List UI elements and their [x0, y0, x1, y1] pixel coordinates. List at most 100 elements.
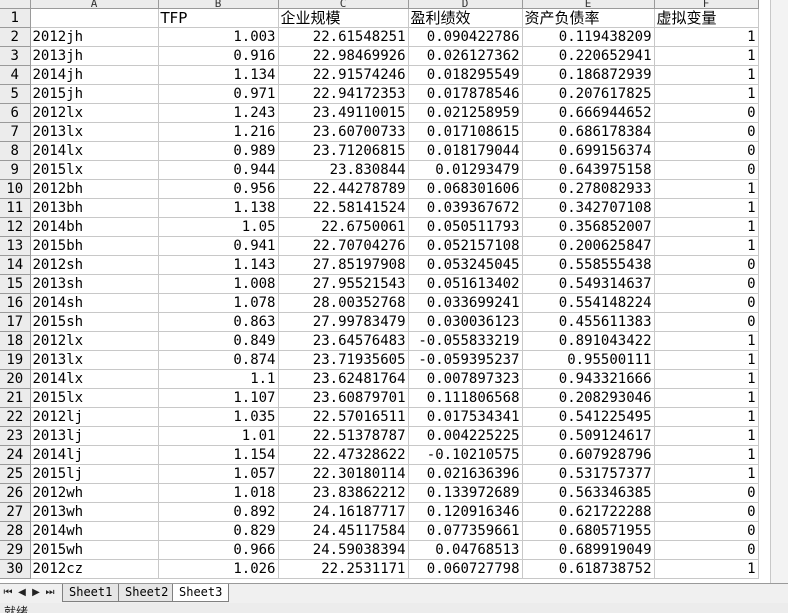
select-all-corner[interactable]	[0, 0, 31, 9]
cell-d[interactable]: 0.026127362	[408, 46, 523, 66]
cell-b[interactable]: 1.01	[158, 426, 279, 446]
cell-b[interactable]: 0.966	[158, 540, 279, 560]
cell-c[interactable]: 23.49110015	[278, 103, 409, 123]
cell-c[interactable]: 28.00352768	[278, 293, 409, 313]
cell-e[interactable]: 0.208293046	[522, 388, 655, 408]
cell-d[interactable]: 0.021258959	[408, 103, 523, 123]
cell-b[interactable]: 0.941	[158, 236, 279, 256]
cell-b[interactable]: TFP	[158, 8, 279, 28]
cell-c[interactable]: 22.58141524	[278, 198, 409, 218]
cell-e[interactable]: 0.943321666	[522, 369, 655, 389]
row-header[interactable]: 29	[0, 540, 31, 560]
cell-f[interactable]: 1	[654, 198, 759, 218]
cell-a[interactable]: 2015sh	[30, 312, 159, 332]
cell-c[interactable]: 23.64576483	[278, 331, 409, 351]
cell-f[interactable]: 1	[654, 65, 759, 85]
cell-d[interactable]: 0.021636396	[408, 464, 523, 484]
cell-f[interactable]: 1	[654, 445, 759, 465]
cell-c[interactable]: 22.2531171	[278, 559, 409, 579]
cell-f[interactable]: 1	[654, 331, 759, 351]
cell-a[interactable]: 2015bh	[30, 236, 159, 256]
cell-f[interactable]: 1	[654, 46, 759, 66]
cell-a[interactable]: 2012lj	[30, 407, 159, 427]
cell-c[interactable]: 27.95521543	[278, 274, 409, 294]
cell-b[interactable]: 1.134	[158, 65, 279, 85]
cell-b[interactable]: 1.243	[158, 103, 279, 123]
row-header[interactable]: 30	[0, 559, 31, 579]
cell-a[interactable]: 2012jh	[30, 27, 159, 47]
row-header[interactable]: 17	[0, 312, 31, 332]
cell-a[interactable]: 2012sh	[30, 255, 159, 275]
row-header[interactable]: 12	[0, 217, 31, 237]
cell-a[interactable]: 2015lx	[30, 388, 159, 408]
cell-d[interactable]: 0.050511793	[408, 217, 523, 237]
cell-d[interactable]: 0.111806568	[408, 388, 523, 408]
cell-c[interactable]: 22.98469926	[278, 46, 409, 66]
cell-e[interactable]: 0.186872939	[522, 65, 655, 85]
cell-a[interactable]	[30, 8, 159, 28]
cell-f[interactable]: 0	[654, 103, 759, 123]
row-header[interactable]: 16	[0, 293, 31, 313]
cell-a[interactable]: 2014lj	[30, 445, 159, 465]
row-header[interactable]: 26	[0, 483, 31, 503]
row-header[interactable]: 15	[0, 274, 31, 294]
cell-a[interactable]: 2014lx	[30, 369, 159, 389]
cell-d[interactable]: 0.018179044	[408, 141, 523, 161]
row-header[interactable]: 10	[0, 179, 31, 199]
cell-d[interactable]: 0.004225225	[408, 426, 523, 446]
cell-a[interactable]: 2014wh	[30, 521, 159, 541]
cell-d[interactable]: 0.030036123	[408, 312, 523, 332]
cell-c[interactable]: 27.99783479	[278, 312, 409, 332]
cell-e[interactable]: 0.558555438	[522, 255, 655, 275]
row-header[interactable]: 6	[0, 103, 31, 123]
cell-f[interactable]: 虚拟变量	[654, 8, 759, 28]
cell-f[interactable]: 0	[654, 540, 759, 560]
cell-b[interactable]: 0.956	[158, 179, 279, 199]
cell-e[interactable]: 0.278082933	[522, 179, 655, 199]
cell-c[interactable]: 22.51378787	[278, 426, 409, 446]
cell-c[interactable]: 22.91574246	[278, 65, 409, 85]
cell-a[interactable]: 2013lx	[30, 350, 159, 370]
next-sheet-icon[interactable]: ▶	[30, 587, 42, 599]
cell-c[interactable]: 23.71935605	[278, 350, 409, 370]
cell-f[interactable]: 0	[654, 293, 759, 313]
row-header[interactable]: 24	[0, 445, 31, 465]
row-header[interactable]: 11	[0, 198, 31, 218]
cell-e[interactable]: 0.563346385	[522, 483, 655, 503]
cell-e[interactable]: 0.95500111	[522, 350, 655, 370]
cell-e[interactable]: 0.342707108	[522, 198, 655, 218]
cell-b[interactable]: 0.874	[158, 350, 279, 370]
cell-b[interactable]: 1.1	[158, 369, 279, 389]
row-header[interactable]: 18	[0, 331, 31, 351]
cell-c[interactable]: 22.94172353	[278, 84, 409, 104]
cell-f[interactable]: 0	[654, 122, 759, 142]
cell-e[interactable]: 0.119438209	[522, 27, 655, 47]
cell-e[interactable]: 0.699156374	[522, 141, 655, 161]
cell-e[interactable]: 0.531757377	[522, 464, 655, 484]
cell-b[interactable]: 1.035	[158, 407, 279, 427]
row-header[interactable]: 7	[0, 122, 31, 142]
column-header-c[interactable]: C	[278, 0, 409, 9]
sheet-tab-sheet3[interactable]: Sheet3	[172, 584, 230, 602]
cell-f[interactable]: 1	[654, 464, 759, 484]
cell-a[interactable]: 2012lx	[30, 331, 159, 351]
cell-d[interactable]: -0.10210575	[408, 445, 523, 465]
cell-c[interactable]: 23.71206815	[278, 141, 409, 161]
cell-b[interactable]: 1.05	[158, 217, 279, 237]
cell-a[interactable]: 2013wh	[30, 502, 159, 522]
cell-e[interactable]: 0.891043422	[522, 331, 655, 351]
cell-d[interactable]: 0.133972689	[408, 483, 523, 503]
cell-c[interactable]: 24.45117584	[278, 521, 409, 541]
cell-c[interactable]: 22.70704276	[278, 236, 409, 256]
cell-f[interactable]: 1	[654, 84, 759, 104]
cell-c[interactable]: 22.6750061	[278, 217, 409, 237]
cell-b[interactable]: 1.057	[158, 464, 279, 484]
cell-c[interactable]: 22.30180114	[278, 464, 409, 484]
cell-f[interactable]: 1	[654, 217, 759, 237]
cell-d[interactable]: 0.068301606	[408, 179, 523, 199]
cell-a[interactable]: 2014lx	[30, 141, 159, 161]
cell-d[interactable]: 0.039367672	[408, 198, 523, 218]
cell-e[interactable]: 0.356852007	[522, 217, 655, 237]
cell-d[interactable]: 0.053245045	[408, 255, 523, 275]
row-header[interactable]: 23	[0, 426, 31, 446]
